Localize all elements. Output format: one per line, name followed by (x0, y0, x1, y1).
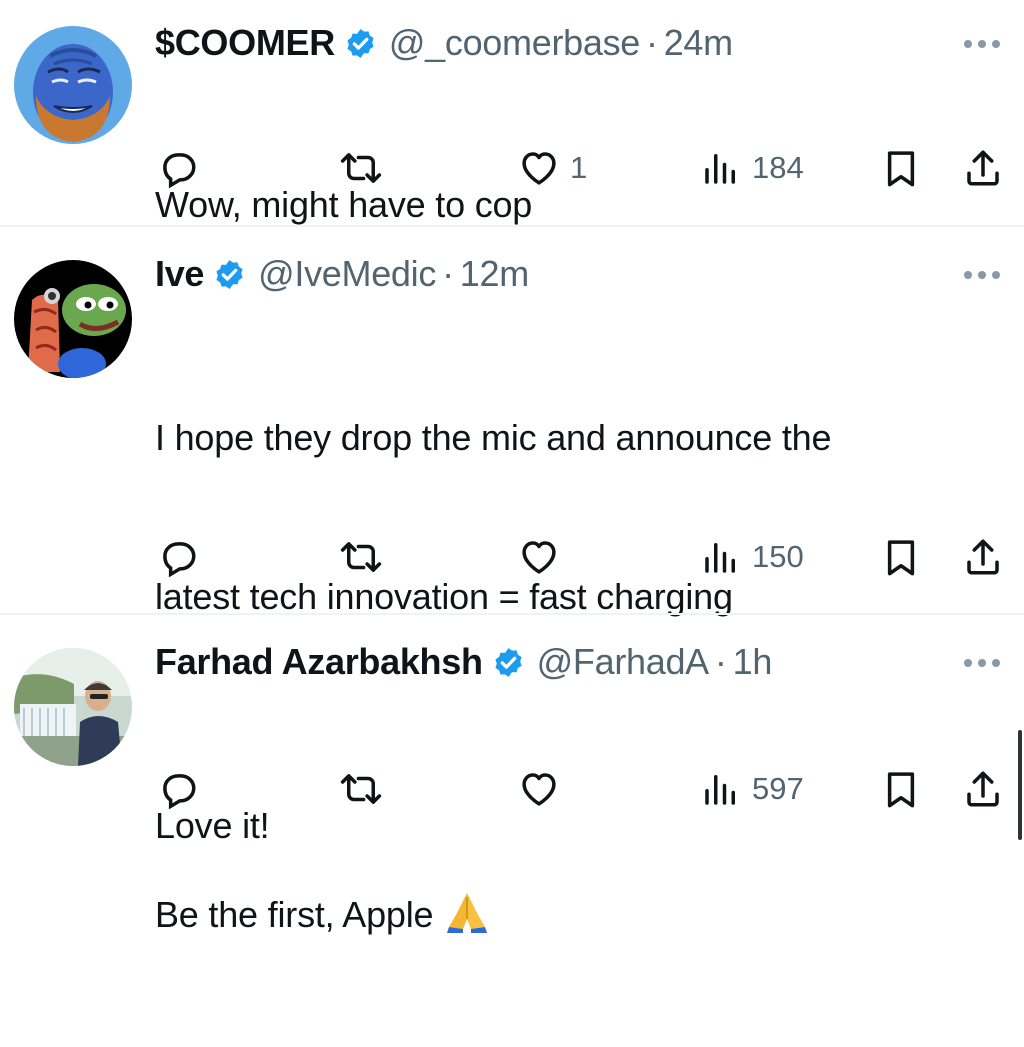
more-options-icon[interactable] (962, 268, 1002, 282)
views-icon (705, 775, 735, 805)
tweet[interactable]: Farhad Azarbakhsh @FarhadA · 1h Love it!… (0, 615, 1024, 846)
timestamp[interactable]: 24m (664, 22, 733, 64)
share-icon (967, 150, 999, 186)
reply-icon (163, 774, 196, 810)
display-name[interactable]: Ive (155, 253, 204, 295)
avatar[interactable] (14, 648, 132, 766)
reply-button[interactable] (157, 766, 199, 812)
bookmark-button[interactable] (880, 534, 922, 580)
view-count: 597 (752, 771, 804, 806)
bookmark-icon (887, 540, 915, 576)
avatar[interactable] (14, 26, 132, 144)
heart-icon (522, 541, 556, 574)
verified-badge-icon (347, 28, 374, 58)
tweet-text-line: I hope they drop the mic and announce th… (155, 417, 832, 458)
like-button[interactable] (518, 766, 570, 812)
timestamp[interactable]: 12m (460, 253, 529, 295)
views-button[interactable]: 150 (700, 534, 804, 580)
more-options-icon[interactable] (962, 656, 1002, 670)
share-button[interactable] (962, 145, 1004, 191)
share-icon (967, 539, 999, 575)
views-icon (705, 543, 735, 573)
user-handle[interactable]: @FarhadA (537, 641, 710, 683)
separator-dot: · (714, 641, 727, 682)
bookmark-button[interactable] (880, 766, 922, 812)
waterfall-photo-avatar-icon (14, 648, 132, 766)
bookmark-icon (887, 772, 915, 808)
tweet-actions: 150 (0, 534, 1024, 580)
separator-dot: · (442, 253, 454, 294)
tweet-header: Farhad Azarbakhsh @FarhadA · 1h (155, 637, 772, 687)
tweet[interactable]: $COOMER @_coomerbase · 24m Wow, might ha… (0, 0, 1024, 226)
like-button[interactable]: 1 (518, 145, 587, 191)
scrollbar[interactable] (1018, 730, 1022, 840)
view-count: 150 (752, 539, 804, 574)
heart-icon (522, 152, 556, 185)
reply-button[interactable] (157, 534, 199, 580)
share-button[interactable] (962, 766, 1004, 812)
tweet-actions: 1 184 (0, 145, 1024, 191)
timestamp[interactable]: 1h (733, 641, 773, 683)
bookmark-button[interactable] (880, 145, 922, 191)
display-name[interactable]: $COOMER (155, 22, 335, 64)
like-count: 1 (570, 150, 588, 185)
display-name[interactable]: Farhad Azarbakhsh (155, 641, 483, 683)
repost-icon (340, 774, 382, 804)
tweet-text: Love it! (155, 693, 270, 958)
share-button[interactable] (962, 534, 1004, 580)
repost-button[interactable] (340, 534, 382, 580)
view-count: 184 (752, 150, 804, 185)
repost-icon (340, 153, 382, 183)
views-button[interactable]: 597 (700, 766, 804, 812)
heart-icon (522, 773, 556, 806)
views-icon (705, 154, 735, 184)
user-handle[interactable]: @_coomerbase (389, 22, 640, 64)
bookmark-icon (887, 151, 915, 187)
tweet[interactable]: Ive @IveMedic · 12m I hope they drop the… (0, 227, 1024, 935)
views-button[interactable]: 184 (700, 145, 804, 191)
user-handle[interactable]: @IveMedic (258, 253, 436, 295)
separator-dot: · (646, 22, 658, 63)
repost-icon (340, 542, 382, 572)
blue-face-avatar-icon (14, 26, 132, 144)
share-icon (967, 771, 999, 807)
tweet-header: Ive @IveMedic · 12m (155, 249, 529, 299)
reply-icon (163, 153, 196, 189)
verified-badge-icon (495, 647, 522, 677)
folded-hands-emoji-icon (447, 893, 488, 933)
tweet-actions: 597 (0, 766, 1024, 812)
repost-button[interactable] (340, 145, 382, 191)
more-options-icon[interactable] (962, 37, 1002, 51)
reply-icon (163, 542, 196, 578)
avatar[interactable] (14, 260, 132, 378)
verified-badge-icon (216, 259, 243, 289)
reply-button[interactable] (157, 145, 199, 191)
like-button[interactable] (518, 534, 570, 580)
tweet-header: $COOMER @_coomerbase · 24m (155, 18, 733, 68)
repost-button[interactable] (340, 766, 382, 812)
frog-avatar-icon (14, 260, 132, 378)
